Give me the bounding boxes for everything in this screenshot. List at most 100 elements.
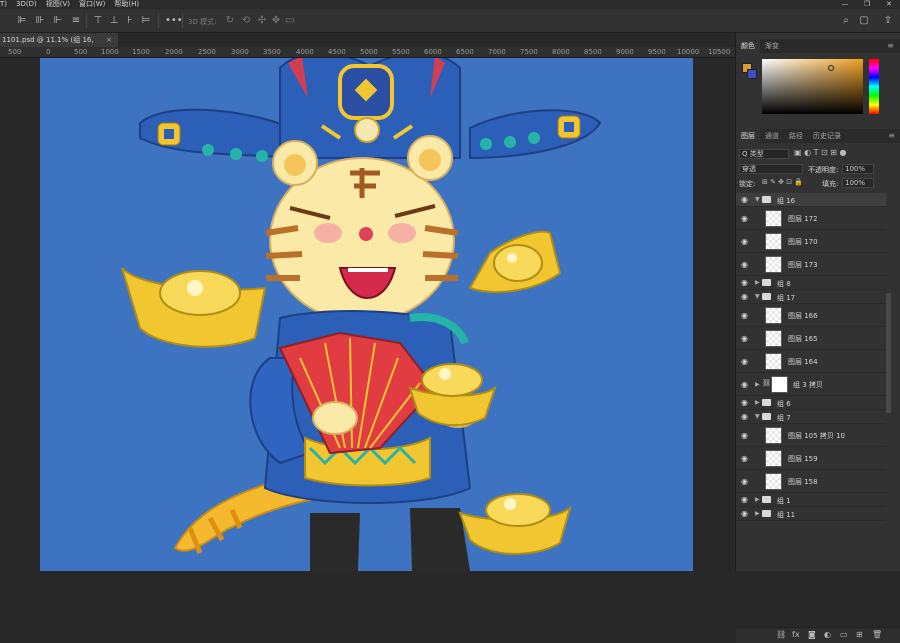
tiger-artwork: [121, 58, 602, 571]
visibility-eye-icon[interactable]: ◉: [741, 398, 748, 407]
visibility-eye-icon[interactable]: ◉: [741, 412, 748, 421]
folder-icon[interactable]: ▭: [840, 630, 848, 639]
layer-group-row[interactable]: ◉ ▼ 组 16: [736, 193, 886, 207]
opacity-field[interactable]: 100%: [842, 164, 874, 174]
document-close-icon[interactable]: ×: [106, 33, 112, 47]
collapse-arrow-icon[interactable]: ▶: [755, 279, 760, 286]
layer-group-row[interactable]: ◉ ▼ 组 7: [736, 410, 886, 424]
layer-filter-select[interactable]: Q 类型: [739, 149, 789, 159]
visibility-eye-icon[interactable]: ◉: [741, 260, 748, 269]
visibility-eye-icon[interactable]: ◉: [741, 278, 748, 287]
distribute-vertical-icon[interactable]: ⊨: [140, 15, 152, 27]
layer-row[interactable]: ◉ 图层 170: [736, 230, 886, 253]
restore-button[interactable]: ❐: [856, 0, 878, 9]
layers-menu-icon[interactable]: ≡: [888, 131, 895, 140]
visibility-eye-icon[interactable]: ◉: [741, 454, 748, 463]
layer-name: 组 16: [777, 197, 796, 205]
layer-group-row[interactable]: ◉ ▶ 组 8: [736, 276, 886, 290]
layer-row[interactable]: ◉ 图层 105 拷贝 10: [736, 424, 886, 447]
layer-row[interactable]: ◉ 图层 166: [736, 304, 886, 327]
visibility-eye-icon[interactable]: ◉: [741, 292, 748, 301]
hue-slider[interactable]: [869, 59, 879, 114]
fill-field[interactable]: 100%: [842, 178, 874, 188]
visibility-eye-icon[interactable]: ◉: [741, 311, 748, 320]
masked-group-row[interactable]: ◉ ▶ ⛓ 组 3 拷贝: [736, 373, 886, 396]
tab-layers[interactable]: 图层: [736, 129, 760, 143]
menu-item-type[interactable]: T): [0, 0, 7, 9]
expand-arrow-icon[interactable]: ▼: [755, 293, 760, 300]
new-layer-icon[interactable]: ⊞: [856, 630, 863, 639]
expand-arrow-icon[interactable]: ▼: [755, 196, 760, 203]
visibility-eye-icon[interactable]: ◉: [741, 495, 748, 504]
layer-group-row[interactable]: ◉ ▶ 组 6: [736, 396, 886, 410]
visibility-eye-icon[interactable]: ◉: [741, 509, 748, 518]
ruler-label: 2000: [165, 48, 183, 56]
layer-row[interactable]: ◉ 图层 158: [736, 470, 886, 493]
align-left-icon[interactable]: ⊫: [16, 15, 28, 27]
document-tab[interactable]: 1101.psd @ 11.1% (组 16, RGB/8) ×: [0, 33, 118, 58]
gold-ingot: [458, 493, 572, 555]
trash-icon[interactable]: 🗑: [872, 630, 882, 639]
3d-drag-icon[interactable]: ✣: [256, 15, 268, 27]
fx-icon[interactable]: fx: [792, 630, 800, 639]
visibility-eye-icon[interactable]: ◉: [741, 357, 748, 366]
3d-slide-icon[interactable]: ✥: [270, 15, 282, 27]
tab-history[interactable]: 历史记录: [808, 129, 846, 143]
adjustment-icon[interactable]: ◐: [824, 630, 831, 639]
share-icon[interactable]: ⇪: [882, 15, 894, 27]
3d-rotate-icon[interactable]: ↻: [224, 15, 236, 27]
chain-link-icon[interactable]: ⛓: [762, 379, 771, 387]
3d-scale-icon[interactable]: ▭: [284, 15, 296, 27]
lock-icons[interactable]: ⊞ ✎ ✥ ⊡ 🔒: [762, 178, 803, 186]
align-middle-icon[interactable]: ⊥: [108, 15, 120, 27]
layer-row[interactable]: ◉ 图层 165: [736, 327, 886, 350]
collapse-arrow-icon[interactable]: ▶: [755, 399, 760, 406]
layer-name: 图层 159: [788, 455, 818, 463]
visibility-eye-icon[interactable]: ◉: [741, 334, 748, 343]
horizontal-ruler[interactable]: 500 0 500 1000 1500 2000 2500 3000 3500 …: [0, 47, 735, 58]
document-canvas[interactable]: [40, 58, 693, 571]
color-picker-field[interactable]: [762, 59, 863, 114]
menu-item-help[interactable]: 帮助(H): [114, 0, 139, 9]
more-options-icon[interactable]: •••: [165, 15, 183, 27]
expand-arrow-icon[interactable]: ▼: [755, 413, 760, 420]
minimize-button[interactable]: —: [834, 0, 856, 9]
align-center-icon[interactable]: ⊪: [34, 15, 46, 27]
filter-icons[interactable]: ▣ ◐ T ⊡ ⊞ ●: [794, 148, 847, 157]
mask-icon[interactable]: ◙: [808, 630, 816, 639]
distribute-icon[interactable]: ≡: [70, 15, 82, 27]
menu-item-window[interactable]: 窗口(W): [79, 0, 105, 9]
visibility-eye-icon[interactable]: ◉: [741, 195, 748, 204]
layer-row[interactable]: ◉ 图层 173: [736, 253, 886, 276]
visibility-eye-icon[interactable]: ◉: [741, 431, 748, 440]
workspace-icon[interactable]: ▢: [858, 15, 870, 27]
visibility-eye-icon[interactable]: ◉: [741, 380, 748, 389]
link-icon[interactable]: ⛓: [776, 630, 786, 639]
layer-group-row[interactable]: ◉ ▶ 组 11: [736, 507, 886, 521]
close-button[interactable]: ✕: [878, 0, 900, 9]
layers-scrollbar[interactable]: [886, 293, 891, 413]
workspace[interactable]: [0, 58, 735, 571]
menu-item-3d[interactable]: 3D(D): [16, 0, 37, 9]
collapse-arrow-icon[interactable]: ▶: [755, 381, 760, 388]
align-bottom-icon[interactable]: ⊦: [124, 15, 136, 27]
tab-paths[interactable]: 路径: [784, 129, 808, 143]
blend-mode-select[interactable]: 穿透: [739, 164, 803, 174]
visibility-eye-icon[interactable]: ◉: [741, 237, 748, 246]
tab-channels[interactable]: 通道: [760, 129, 784, 143]
search-icon[interactable]: ⌕: [840, 15, 852, 27]
layer-row[interactable]: ◉ 图层 159: [736, 447, 886, 470]
3d-roll-icon[interactable]: ⟲: [240, 15, 252, 27]
layer-row[interactable]: ◉ 图层 172: [736, 207, 886, 230]
visibility-eye-icon[interactable]: ◉: [741, 214, 748, 223]
menu-item-view[interactable]: 视图(V): [46, 0, 70, 9]
visibility-eye-icon[interactable]: ◉: [741, 477, 748, 486]
collapse-arrow-icon[interactable]: ▶: [755, 510, 760, 517]
layer-row[interactable]: ◉ 图层 164: [736, 350, 886, 373]
layer-group-row[interactable]: ◉ ▶ 组 1: [736, 493, 886, 507]
collapse-arrow-icon[interactable]: ▶: [755, 496, 760, 503]
background-swatch[interactable]: [747, 69, 757, 79]
align-top-icon[interactable]: ⊤: [92, 15, 104, 27]
layer-group-row[interactable]: ◉ ▼ 组 17: [736, 290, 886, 304]
align-right-icon[interactable]: ⊩: [52, 15, 64, 27]
